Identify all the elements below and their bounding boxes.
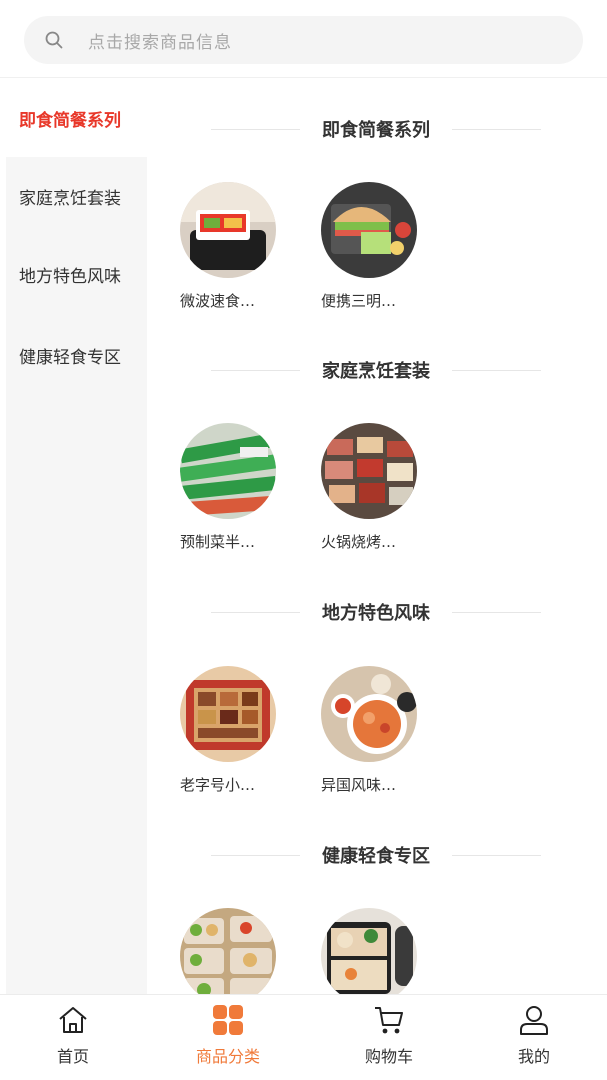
product-name: 异国风味…: [321, 776, 397, 794]
search-placeholder[interactable]: 点击搜索商品信息: [88, 28, 232, 53]
section-title: 即食简餐系列: [322, 120, 430, 141]
product-image[interactable]: [321, 666, 417, 762]
section-header: 即食简餐系列: [211, 115, 541, 143]
tab-label: 商品分类: [195, 1047, 260, 1066]
search-bar[interactable]: 点击搜索商品信息: [24, 16, 583, 64]
product-image[interactable]: [180, 423, 276, 519]
product-name: 火锅烧烤…: [321, 533, 397, 551]
search-header: 点击搜索商品信息: [0, 0, 607, 78]
tab-label: 我的: [517, 1047, 550, 1066]
product-card[interactable]: 异国风味…: [321, 666, 421, 795]
product-image[interactable]: [321, 182, 417, 278]
section-header: 家庭烹饪套装: [211, 356, 541, 384]
product-image[interactable]: [321, 423, 417, 519]
product-image[interactable]: [180, 182, 276, 278]
sidebar-item-instant-meals[interactable]: 即食简餐系列: [6, 79, 147, 157]
product-card[interactable]: 便携三明…: [321, 182, 421, 311]
search-icon: [45, 31, 63, 49]
user-icon: [520, 1006, 548, 1035]
section-title: 家庭烹饪套装: [322, 361, 430, 382]
divider: [452, 128, 541, 130]
cart-icon: [375, 1007, 403, 1034]
product-name: 老字号小…: [180, 776, 256, 794]
tab-category[interactable]: 商品分类: [178, 1003, 278, 1073]
product-image[interactable]: [180, 908, 276, 1004]
product-image[interactable]: [180, 666, 276, 762]
product-card[interactable]: 预制菜半…: [180, 423, 280, 552]
product-card[interactable]: 微波速食…: [180, 182, 280, 311]
tab-label: 首页: [56, 1047, 89, 1066]
category-icon: [213, 1005, 243, 1035]
section-title: 地方特色风味: [322, 603, 430, 624]
sidebar-item-healthy-light[interactable]: 健康轻食专区: [6, 316, 147, 394]
sidebar-item-regional-flavors[interactable]: 地方特色风味: [6, 235, 147, 313]
divider: [452, 369, 541, 371]
product-card[interactable]: 老字号小…: [180, 666, 280, 795]
bottom-tab-bar: 首页 商品分类 购物车 我的: [0, 994, 607, 1080]
category-sidebar: 即食简餐系列 家庭烹饪套装 地方特色风味 健康轻食专区: [6, 79, 147, 994]
product-card[interactable]: 火锅烧烤…: [321, 423, 421, 552]
tab-profile[interactable]: 我的: [484, 1003, 584, 1073]
tab-home[interactable]: 首页: [23, 1003, 123, 1073]
product-list: 即食简餐系列 微波速食… 便携三明… 家庭烹饪套装 预制菜半… 火锅烧烤… 地方…: [147, 79, 607, 1004]
divider: [211, 369, 300, 371]
tab-label: 购物车: [364, 1047, 413, 1066]
product-name: 微波速食…: [180, 292, 256, 310]
home-icon: [59, 1007, 87, 1033]
product-image[interactable]: [321, 908, 417, 1004]
section-header: 健康轻食专区: [211, 841, 541, 869]
section-title: 健康轻食专区: [322, 846, 430, 867]
divider: [211, 611, 300, 613]
divider: [452, 854, 541, 856]
sidebar-item-home-cooking[interactable]: 家庭烹饪套装: [6, 157, 147, 235]
divider: [211, 854, 300, 856]
product-name: 预制菜半…: [180, 533, 256, 551]
section-header: 地方特色风味: [211, 598, 541, 626]
tab-cart[interactable]: 购物车: [339, 1003, 439, 1073]
divider: [211, 128, 300, 130]
product-name: 便携三明…: [321, 292, 397, 310]
divider: [452, 611, 541, 613]
